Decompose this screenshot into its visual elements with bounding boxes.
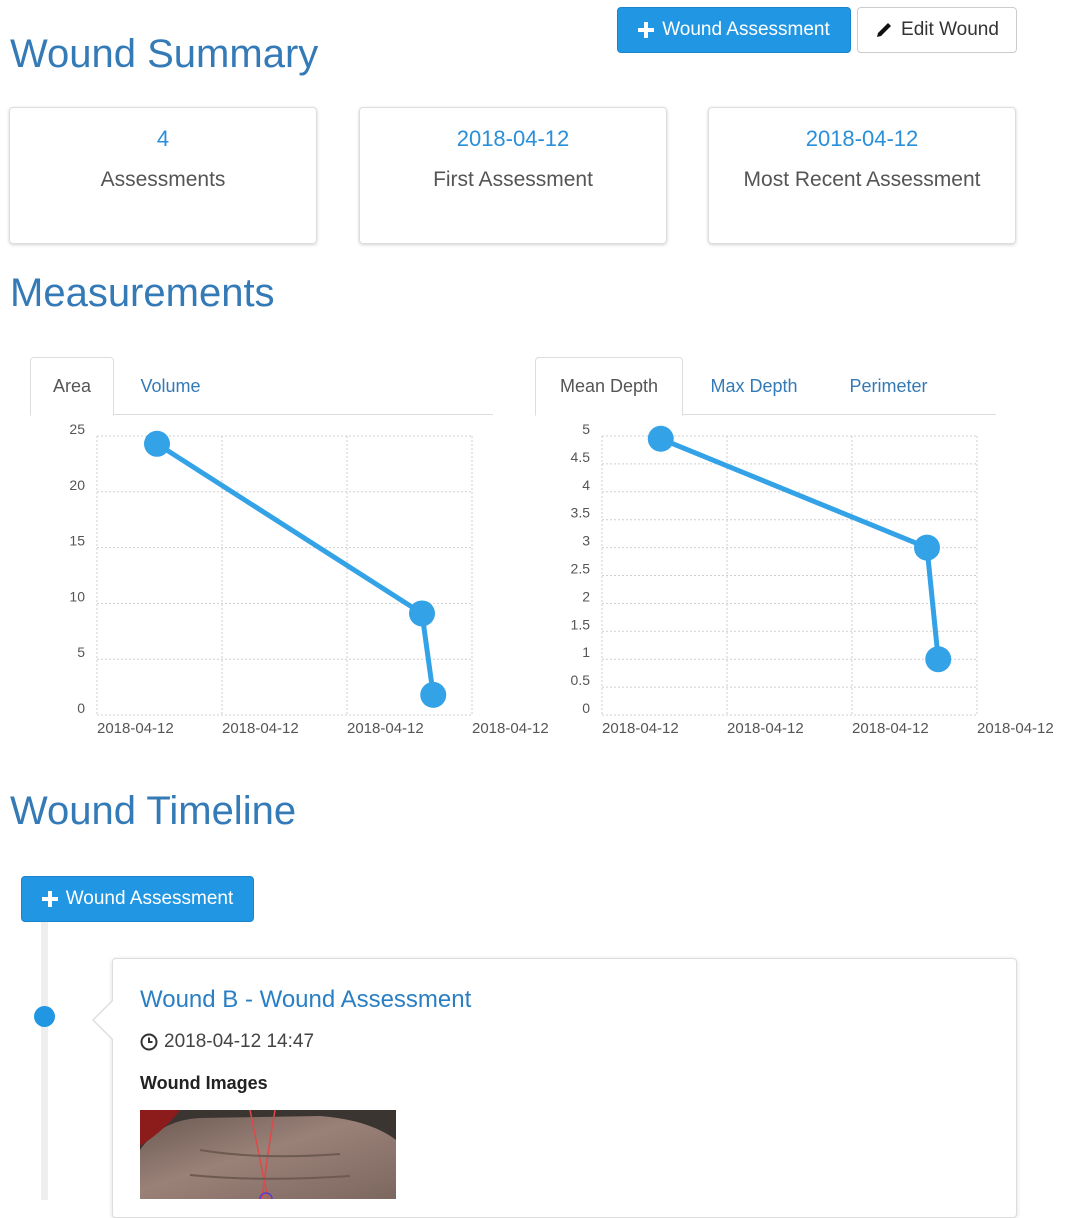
first-assessment-card: 2018-04-12 First Assessment (359, 107, 667, 244)
y-tick-label: 15 (69, 533, 85, 549)
wound-image-thumbnail[interactable] (140, 1110, 396, 1199)
card-value: 2018-04-12 (456, 126, 570, 151)
y-tick-label: 10 (69, 588, 85, 604)
card-value: 4 (156, 126, 170, 151)
edit-wound-label: Edit Wound (901, 19, 999, 40)
x-tick-label: 2018-04-12 (97, 720, 174, 737)
y-tick-label: 2.5 (571, 561, 591, 577)
measurements-heading: Measurements (10, 271, 275, 315)
add-wound-assessment-label: Wound Assessment (662, 19, 830, 40)
x-tick-label: 2018-04-12 (852, 720, 929, 737)
y-tick-label: 0 (582, 700, 590, 716)
y-tick-label: 1 (582, 644, 590, 660)
data-point[interactable] (144, 430, 170, 457)
timeline-heading: Wound Timeline (10, 789, 297, 833)
chart-grid (96, 435, 473, 716)
add-wound-assessment-button[interactable]: Wound Assessment (617, 7, 851, 53)
timeline-add-assessment-label: Wound Assessment (65, 888, 234, 909)
plus-icon (638, 22, 655, 38)
timeline-entry-title[interactable]: Wound B - Wound Assessment (140, 986, 471, 1014)
timeline-dot (34, 1006, 55, 1027)
series-line (659, 436, 941, 660)
data-point[interactable] (925, 646, 952, 673)
timeline-entry-timestamp-row: 2018-04-12 14:47 (140, 1031, 314, 1053)
wound-images-label: Wound Images (140, 1073, 268, 1093)
pencil-icon (875, 21, 893, 39)
x-tick-label: 2018-04-12 (727, 720, 804, 737)
y-tick-label: 2 (582, 588, 590, 604)
tab-area[interactable]: Area (30, 357, 114, 416)
y-tick-label: 25 (69, 421, 85, 437)
area-chart: 0 5 10 15 20 25 2018-04-12 2018-04-12 2018-04-12… (69, 421, 549, 737)
left-chart-tabs: Area Volume (30, 357, 493, 416)
data-point[interactable] (914, 534, 940, 561)
data-point[interactable] (420, 681, 447, 708)
page-title: Wound Summary (10, 32, 319, 76)
y-tick-label: 1.5 (571, 616, 591, 632)
mean-depth-chart: 0 0.5 1 1.5 2 2.5 3 3.5 4 4.5 5 2018-04-12 2018-04-1… (571, 421, 1054, 737)
y-tick-label: 20 (69, 477, 85, 493)
x-tick-label: 2018-04-12 (222, 720, 299, 737)
tab-max-depth[interactable]: Max Depth (693, 357, 815, 415)
card-label: Assessments (100, 168, 226, 191)
timeline-card-pointer-fill (94, 1001, 113, 1039)
plus-icon (41, 891, 58, 907)
y-tick-label: 3.5 (571, 505, 591, 521)
timeline-add-assessment-button[interactable]: Wound Assessment (21, 876, 254, 922)
data-point[interactable] (409, 600, 435, 627)
x-tick-label: 2018-04-12 (472, 720, 549, 737)
assessments-count-card: 4 Assessments (9, 107, 317, 244)
y-tick-label: 4 (582, 477, 590, 493)
y-tick-label: 3 (582, 533, 590, 549)
y-tick-label: 0 (77, 700, 85, 716)
y-tick-label: 5 (77, 644, 85, 660)
right-chart-tabs: Mean Depth Max Depth Perimeter (535, 357, 996, 416)
y-tick-label: 0.5 (571, 672, 591, 688)
clock-icon (140, 1033, 158, 1051)
data-point[interactable] (647, 425, 674, 452)
chart-grid (601, 435, 978, 716)
x-tick-label: 2018-04-12 (347, 720, 424, 737)
series-line (155, 441, 436, 696)
timeline-line (41, 920, 48, 1200)
tab-perimeter[interactable]: Perimeter (831, 357, 946, 415)
card-value: 2018-04-12 (805, 126, 919, 151)
most-recent-assessment-card: 2018-04-12 Most Recent Assessment (708, 107, 1016, 244)
x-tick-label: 2018-04-12 (602, 720, 679, 737)
x-tick-label: 2018-04-12 (977, 720, 1054, 737)
tab-mean-depth[interactable]: Mean Depth (535, 357, 683, 416)
y-tick-label: 4.5 (571, 449, 591, 465)
edit-wound-button[interactable]: Edit Wound (857, 7, 1017, 53)
tab-volume[interactable]: Volume (124, 357, 217, 415)
card-label: First Assessment (433, 168, 593, 191)
timeline-entry-timestamp: 2018-04-12 14:47 (164, 1031, 315, 1052)
card-label: Most Recent Assessment (743, 168, 981, 191)
y-tick-label: 5 (582, 421, 590, 437)
